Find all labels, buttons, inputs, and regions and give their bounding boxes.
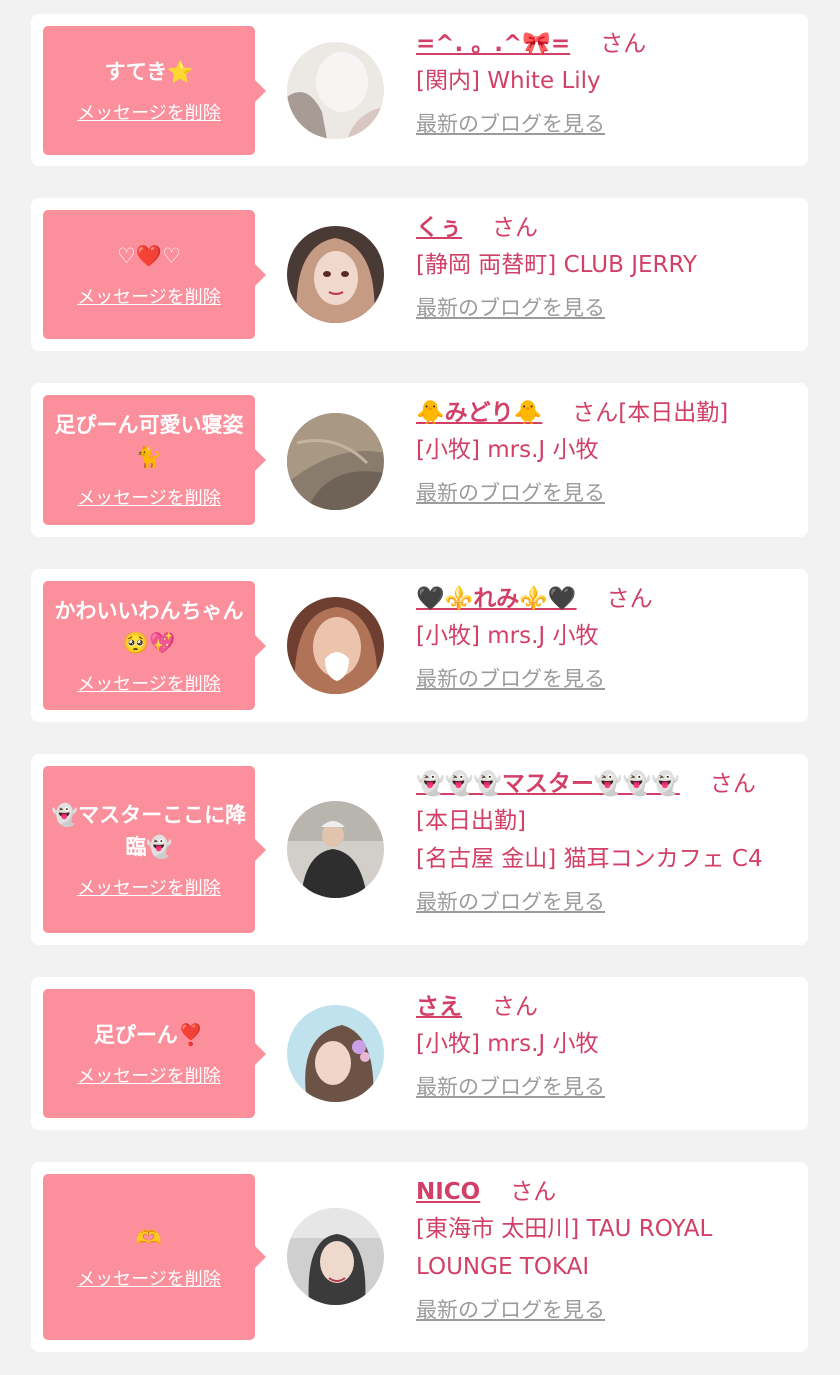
message-card: 🫶 メッセージを削除 NICO さん [東海市 太田川] TAU ROYAL LO… <box>31 1162 808 1352</box>
cast-name-line: 🖤⚜️れみ⚜️🖤 さん <box>416 581 796 617</box>
delete-message-link[interactable]: メッセージを削除 <box>77 286 221 310</box>
avatar[interactable] <box>287 1005 384 1102</box>
avatar-photo <box>287 42 384 139</box>
shop-name: [関内] White Lily <box>416 68 601 94</box>
shop-name: [東海市 太田川] TAU ROYAL LOUNGE TOKAI <box>416 1216 713 1280</box>
message-card: ♡❤️♡ メッセージを削除 くぅ さん [静岡 両替町] CLUB JERRY 最… <box>31 198 808 351</box>
message-text: 足ぴーん❣️ <box>93 1022 205 1047</box>
delete-message-link[interactable]: メッセージを削除 <box>77 1268 221 1292</box>
cast-info: 🐥みどり🐥 さん[本日出勤] [小牧] mrs.J 小牧 最新のブログを見る <box>416 395 796 507</box>
delete-message-link[interactable]: メッセージを削除 <box>77 487 221 511</box>
delete-message-link[interactable]: メッセージを削除 <box>77 102 221 126</box>
cast-name-link[interactable]: 🖤⚜️れみ⚜️🖤 <box>416 586 577 612</box>
cast-name-link[interactable]: NICO <box>416 1179 480 1205</box>
latest-blog-link[interactable]: 最新のブログを見る <box>416 479 605 507</box>
cast-name-line: くぅ さん <box>416 210 796 246</box>
avatar[interactable] <box>287 226 384 323</box>
avatar-photo <box>287 1005 384 1102</box>
message-bubble: 足ぴーん可愛い寝姿🐈 メッセージを削除 <box>43 395 266 525</box>
avatar[interactable] <box>287 801 384 898</box>
cast-name-link[interactable]: くぅ <box>416 215 462 241</box>
cast-name-link[interactable]: 🐥みどり🐥 <box>416 400 542 426</box>
shop-name: [静岡 両替町] CLUB JERRY <box>416 252 698 278</box>
latest-blog-link[interactable]: 最新のブログを見る <box>416 110 605 138</box>
delete-message-link[interactable]: メッセージを削除 <box>77 673 221 697</box>
latest-blog-link[interactable]: 最新のブログを見る <box>416 665 605 693</box>
message-text: 🫶 <box>135 1226 163 1250</box>
message-bubble: 👻マスターここに降臨👻 メッセージを削除 <box>43 766 266 933</box>
shop-name: [小牧] mrs.J 小牧 <box>416 437 599 463</box>
cast-info: =^. 。.^🎀= さん [関内] White Lily 最新のブログを見る <box>416 26 796 138</box>
message-card: 👻マスターここに降臨👻 メッセージを削除 👻👻👻マスター👻👻👻 さん [本日出勤]… <box>31 754 808 945</box>
cast-info: 🖤⚜️れみ⚜️🖤 さん [小牧] mrs.J 小牧 最新のブログを見る <box>416 581 796 693</box>
latest-blog-link[interactable]: 最新のブログを見る <box>416 294 605 322</box>
message-text: すてき⭐ <box>104 59 194 84</box>
message-bubble: すてき⭐ メッセージを削除 <box>43 26 266 155</box>
avatar-photo <box>287 413 384 510</box>
message-text: 👻マスターここに降臨👻 <box>51 802 247 859</box>
shop-name: [名古屋 金山] 猫耳コンカフェ C4 <box>416 846 763 872</box>
status-label: [本日出勤] <box>618 400 729 426</box>
message-card: かわいいわんちゃん🥺💖 メッセージを削除 🖤⚜️れみ⚜️🖤 さん [小牧] mrs… <box>31 569 808 722</box>
avatar[interactable] <box>287 1208 384 1305</box>
latest-blog-link[interactable]: 最新のブログを見る <box>416 1073 605 1101</box>
shop-name: [小牧] mrs.J 小牧 <box>416 623 599 649</box>
cast-name-line: =^. 。.^🎀= さん <box>416 26 796 62</box>
cast-info: 👻👻👻マスター👻👻👻 さん [本日出勤] [名古屋 金山] 猫耳コンカフェ C4 … <box>416 766 796 916</box>
delete-message-link[interactable]: メッセージを削除 <box>77 877 221 901</box>
message-text: かわいいわんちゃん🥺💖 <box>54 598 244 655</box>
latest-blog-link[interactable]: 最新のブログを見る <box>416 1296 605 1324</box>
avatar-photo <box>287 1208 384 1305</box>
message-bubble: 足ぴーん❣️ メッセージを削除 <box>43 989 266 1118</box>
avatar-photo <box>287 226 384 323</box>
avatar-photo <box>287 801 384 898</box>
avatar-photo <box>287 597 384 694</box>
shop-name: [小牧] mrs.J 小牧 <box>416 1031 599 1057</box>
honorific: さん <box>709 771 756 797</box>
honorific: さん <box>510 1179 557 1205</box>
cast-name-line: 👻👻👻マスター👻👻👻 さん <box>416 766 796 802</box>
cast-info: くぅ さん [静岡 両替町] CLUB JERRY 最新のブログを見る <box>416 210 796 322</box>
message-text: ♡❤️♡ <box>117 243 181 268</box>
cast-name-line: さえ さん <box>416 989 796 1025</box>
avatar[interactable] <box>287 413 384 510</box>
delete-message-link[interactable]: メッセージを削除 <box>77 1065 221 1089</box>
latest-blog-link[interactable]: 最新のブログを見る <box>416 888 605 916</box>
message-bubble: かわいいわんちゃん🥺💖 メッセージを削除 <box>43 581 266 710</box>
cast-name-line: NICO さん <box>416 1174 796 1210</box>
cast-name-link[interactable]: さえ <box>416 994 462 1020</box>
honorific: さん <box>492 215 538 241</box>
message-bubble: ♡❤️♡ メッセージを削除 <box>43 210 266 339</box>
cast-name-line: 🐥みどり🐥 さん[本日出勤] <box>416 395 796 431</box>
message-bubble: 🫶 メッセージを削除 <box>43 1174 266 1340</box>
status-label: [本日出勤] <box>416 808 526 834</box>
favorite-message-list: すてき⭐ メッセージを削除 =^. 。.^🎀= さん [関内] White Lil… <box>0 0 840 1375</box>
message-card: すてき⭐ メッセージを削除 =^. 。.^🎀= さん [関内] White Lil… <box>31 14 808 166</box>
honorific: さん <box>606 586 653 612</box>
honorific: さん <box>600 31 647 57</box>
message-card: 足ぴーん可愛い寝姿🐈 メッセージを削除 🐥みどり🐥 さん[本日出勤] [小牧] m… <box>31 383 808 537</box>
cast-name-link[interactable]: =^. 。.^🎀= <box>416 31 570 57</box>
message-card: 足ぴーん❣️ メッセージを削除 さえ さん [小牧] mrs.J 小牧 最新のブロ… <box>31 977 808 1130</box>
avatar[interactable] <box>287 597 384 694</box>
cast-info: NICO さん [東海市 太田川] TAU ROYAL LOUNGE TOKAI … <box>416 1174 796 1324</box>
avatar[interactable] <box>287 42 384 139</box>
cast-name-link[interactable]: 👻👻👻マスター👻👻👻 <box>416 771 680 797</box>
message-text: 足ぴーん可愛い寝姿🐈 <box>54 413 244 469</box>
honorific: さん <box>492 994 538 1020</box>
cast-info: さえ さん [小牧] mrs.J 小牧 最新のブログを見る <box>416 989 796 1101</box>
honorific: さん <box>572 400 619 426</box>
